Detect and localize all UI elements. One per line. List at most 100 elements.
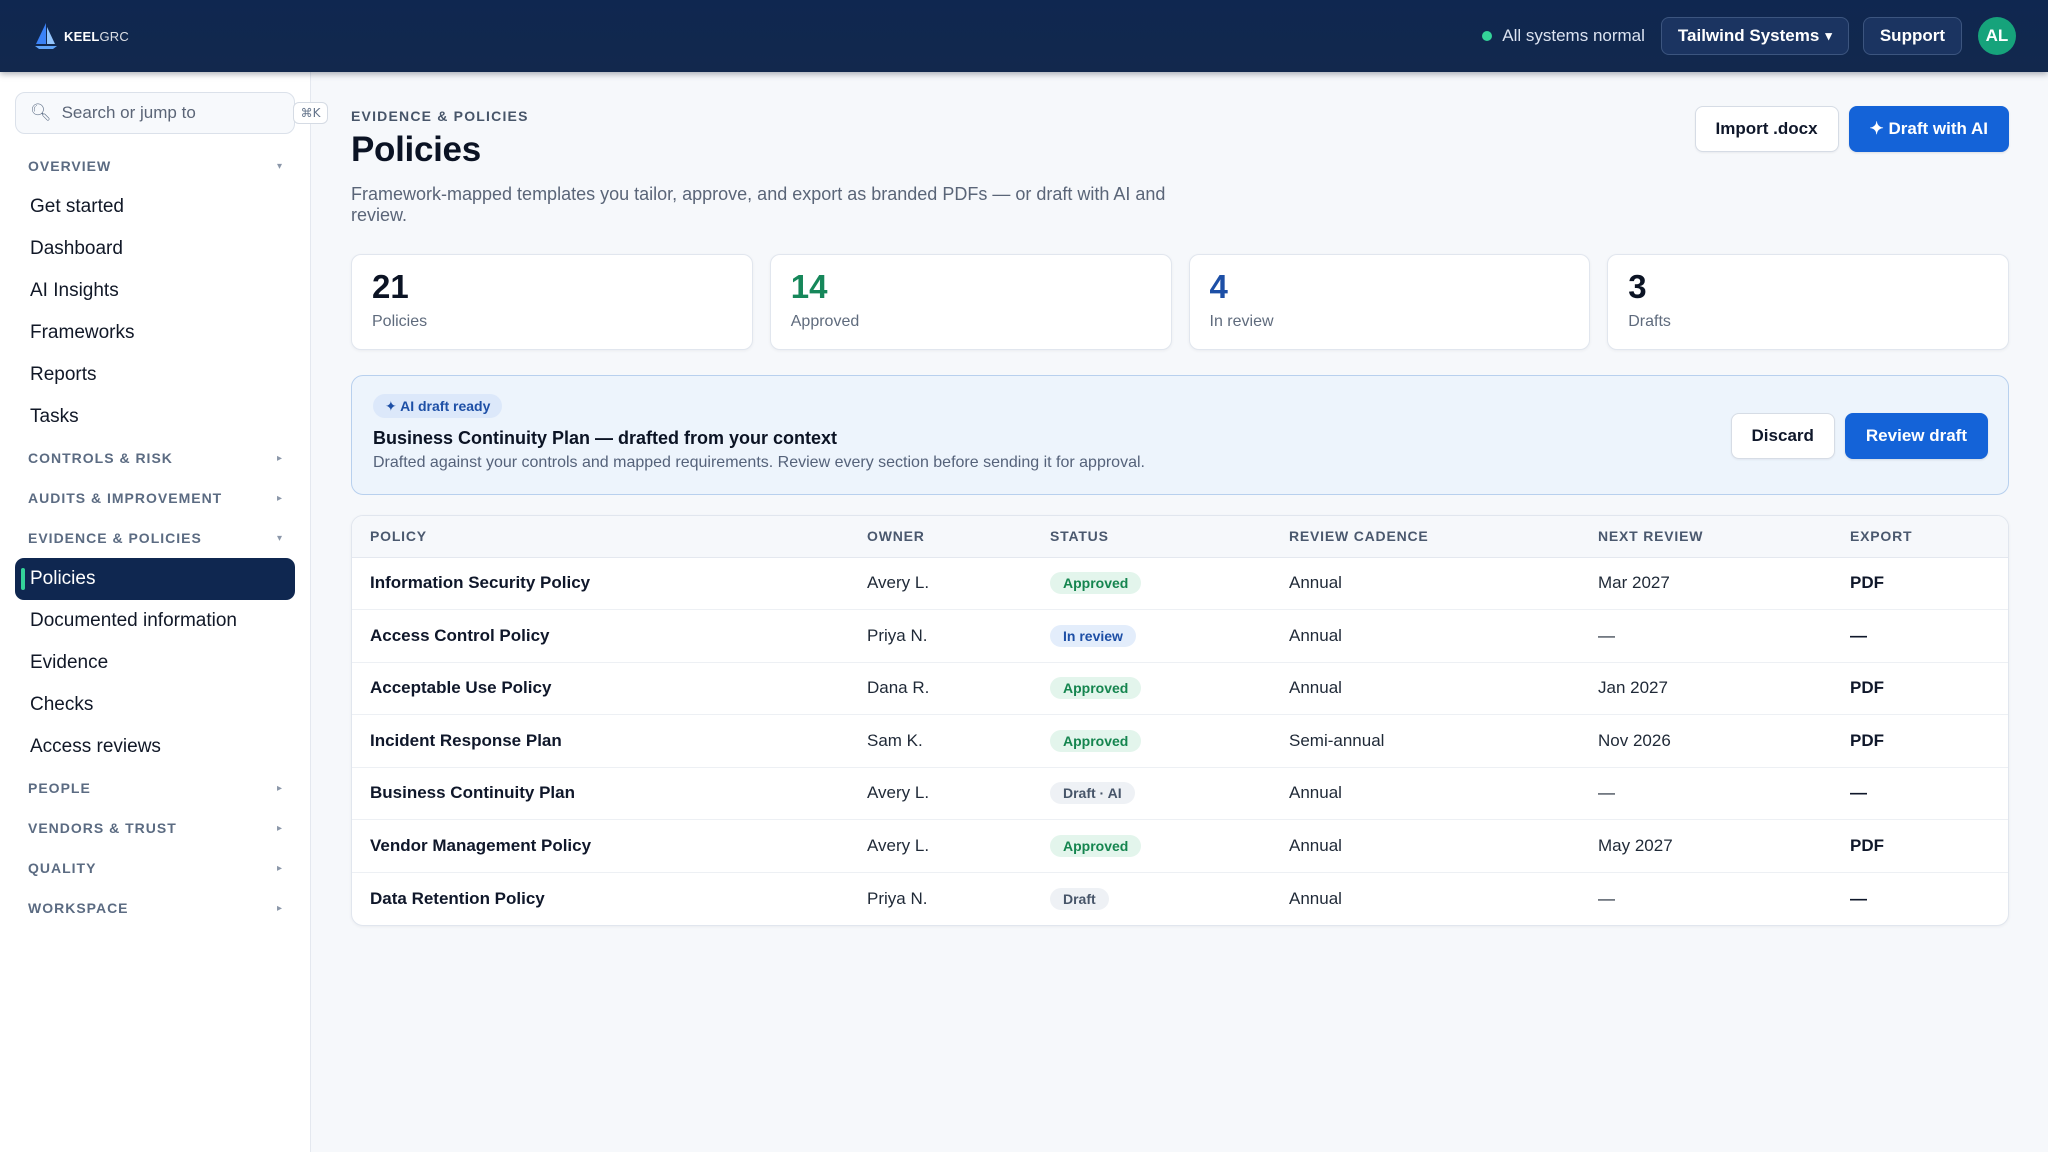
stat-value: 14 bbox=[790, 268, 828, 305]
section-workspace[interactable]: WORKSPACE ▸ bbox=[15, 888, 295, 928]
support-button[interactable]: Support bbox=[1862, 17, 1962, 55]
column-header-status[interactable]: STATUS bbox=[1032, 516, 1271, 558]
brand-name: KEELGRC bbox=[64, 28, 129, 44]
sidebar-item-dashboard[interactable]: Dashboard bbox=[15, 228, 295, 270]
breadcrumb: EVIDENCE & POLICIES bbox=[351, 108, 529, 124]
policy-name[interactable]: Incident Response Plan bbox=[352, 714, 849, 768]
chevron-right-icon: ▸ bbox=[276, 782, 283, 794]
discard-button[interactable]: Discard bbox=[1730, 413, 1835, 459]
table-row[interactable]: Information Security Policy Avery L. App… bbox=[352, 557, 2008, 610]
export-pdf-link[interactable]: PDF bbox=[1832, 557, 2008, 610]
section-label: WORKSPACE bbox=[28, 900, 129, 916]
page-title: Policies bbox=[351, 130, 481, 169]
ai-draft-badge: ✦ AI draft ready bbox=[373, 394, 503, 418]
avatar[interactable]: AL bbox=[1978, 17, 2016, 55]
table-row[interactable]: Access Control Policy Priya N. In review… bbox=[352, 609, 2008, 663]
export-pdf-link[interactable]: PDF bbox=[1832, 819, 2008, 873]
import-docx-button[interactable]: Import .docx bbox=[1694, 106, 1839, 152]
sidebar-item-documented-information[interactable]: Documented information bbox=[15, 600, 295, 642]
sail-logo-icon bbox=[35, 23, 57, 49]
sidebar-item-access-reviews[interactable]: Access reviews bbox=[15, 726, 295, 768]
table-row[interactable]: Acceptable Use Policy Dana R. Approved A… bbox=[352, 662, 2008, 715]
section-label: OVERVIEW bbox=[28, 158, 112, 174]
section-label: PEOPLE bbox=[28, 780, 91, 796]
table-row[interactable]: Incident Response Plan Sam K. Approved S… bbox=[352, 714, 2008, 768]
column-header-policy[interactable]: POLICY bbox=[352, 516, 849, 558]
table-row[interactable]: Vendor Management Policy Avery L. Approv… bbox=[352, 819, 2008, 873]
column-header-next-review[interactable]: NEXT REVIEW bbox=[1580, 516, 1832, 558]
section-vendors-trust[interactable]: VENDORS & TRUST ▸ bbox=[15, 808, 295, 848]
review-cadence: Annual bbox=[1271, 662, 1580, 715]
brand-logo[interactable]: KEELGRC bbox=[34, 22, 129, 50]
policy-owner: Dana R. bbox=[849, 662, 1032, 715]
review-cadence: Annual bbox=[1289, 888, 1342, 908]
stat-label: Approved bbox=[790, 313, 860, 330]
status-cell: Approved bbox=[1032, 819, 1271, 873]
policy-name[interactable]: Business Continuity Plan bbox=[352, 767, 849, 820]
stat-label: In review bbox=[1209, 313, 1274, 330]
status-dot-icon bbox=[1482, 31, 1493, 41]
stat-card-drafts: 3 Drafts bbox=[1607, 254, 2009, 350]
stats-row: 21 Policies 14 Approved 4 In review 3 Dr… bbox=[351, 254, 2009, 350]
policy-name[interactable]: Data Retention Policy bbox=[352, 872, 849, 925]
next-review: — bbox=[1580, 609, 1832, 663]
chevron-down-icon: ▾ bbox=[276, 532, 283, 544]
section-evidence-policies[interactable]: EVIDENCE & POLICIES ▾ bbox=[15, 518, 295, 558]
search-box[interactable]: 🔍︎ ⌘K bbox=[15, 92, 329, 134]
stat-value: 3 bbox=[1628, 268, 1647, 305]
status-cell: Draft bbox=[1032, 872, 1271, 925]
section-people[interactable]: PEOPLE ▸ bbox=[15, 768, 295, 808]
section-label: VENDORS & TRUST bbox=[28, 820, 177, 836]
chevron-right-icon: ▸ bbox=[276, 492, 283, 504]
sidebar-item-ai-insights[interactable]: AI Insights bbox=[15, 270, 295, 312]
stat-label: Drafts bbox=[1628, 313, 1671, 330]
policy-name[interactable]: Information Security Policy bbox=[352, 557, 849, 610]
column-header-export[interactable]: EXPORT bbox=[1832, 516, 2008, 558]
top-bar: KEELGRC All systems normal Tailwind Syst… bbox=[0, 0, 2048, 72]
stat-card-in-review: 4 In review bbox=[1188, 254, 1591, 350]
top-bar-actions: All systems normal Tailwind Systems ▾ Su… bbox=[1482, 17, 2016, 55]
search-input[interactable] bbox=[61, 103, 283, 123]
table-row[interactable]: Business Continuity Plan Avery L. Draft … bbox=[352, 767, 2008, 820]
review-cadence: Annual bbox=[1271, 819, 1580, 873]
next-review: Mar 2027 bbox=[1580, 557, 1832, 610]
chevron-down-icon: ▾ bbox=[1825, 28, 1832, 43]
stat-card-approved: 14 Approved bbox=[769, 254, 1172, 350]
banner-actions: Discard Review draft bbox=[1730, 413, 1988, 459]
export-pdf-link[interactable]: PDF bbox=[1832, 662, 2008, 715]
next-review: Jan 2027 bbox=[1580, 662, 1832, 715]
policy-name[interactable]: Acceptable Use Policy bbox=[352, 662, 849, 715]
sidebar-item-evidence[interactable]: Evidence bbox=[15, 642, 295, 684]
section-label: QUALITY bbox=[28, 860, 97, 876]
system-status-text: All systems normal bbox=[1502, 26, 1645, 45]
sidebar-item-frameworks[interactable]: Frameworks bbox=[15, 312, 295, 354]
section-quality[interactable]: QUALITY ▸ bbox=[15, 848, 295, 888]
page-description: Framework-mapped templates you tailor, a… bbox=[351, 184, 1166, 225]
export-cell: — bbox=[1832, 609, 2008, 663]
section-controls-risk[interactable]: CONTROLS & RISK ▸ bbox=[15, 438, 295, 478]
status-badge: Approved bbox=[1050, 834, 1142, 857]
policy-name[interactable]: Vendor Management Policy bbox=[352, 819, 849, 873]
policy-owner: Priya N. bbox=[849, 609, 1032, 663]
sidebar-item-policies[interactable]: Policies bbox=[15, 558, 295, 600]
section-overview[interactable]: OVERVIEW ▾ bbox=[15, 146, 295, 186]
status-cell: Approved bbox=[1032, 557, 1271, 610]
column-header-review-cadence[interactable]: REVIEW CADENCE bbox=[1271, 516, 1580, 558]
sidebar-item-tasks[interactable]: Tasks bbox=[15, 396, 295, 438]
status-badge: Draft · AI bbox=[1050, 782, 1135, 805]
draft-with-ai-button[interactable]: ✦ Draft with AI bbox=[1848, 106, 2009, 152]
policy-name[interactable]: Access Control Policy bbox=[352, 609, 849, 663]
column-header-owner[interactable]: OWNER bbox=[849, 516, 1032, 558]
sidebar-item-get-started[interactable]: Get started bbox=[15, 186, 295, 228]
section-audits-improvement[interactable]: AUDITS & IMPROVEMENT ▸ bbox=[15, 478, 295, 518]
status-badge: Draft bbox=[1050, 887, 1109, 910]
export-pdf-link[interactable]: PDF bbox=[1832, 714, 2008, 768]
org-switcher-button[interactable]: Tailwind Systems ▾ bbox=[1660, 17, 1849, 55]
sidebar-item-reports[interactable]: Reports bbox=[15, 354, 295, 396]
status-badge: Approved bbox=[1050, 729, 1142, 752]
sidebar-item-checks[interactable]: Checks bbox=[15, 684, 295, 726]
review-draft-button[interactable]: Review draft bbox=[1844, 413, 1988, 459]
next-review: Nov 2026 bbox=[1580, 714, 1832, 768]
table-row[interactable]: Data Retention Policy Priya N. Draft Ann… bbox=[352, 872, 2008, 925]
stat-value: 4 bbox=[1209, 268, 1228, 305]
